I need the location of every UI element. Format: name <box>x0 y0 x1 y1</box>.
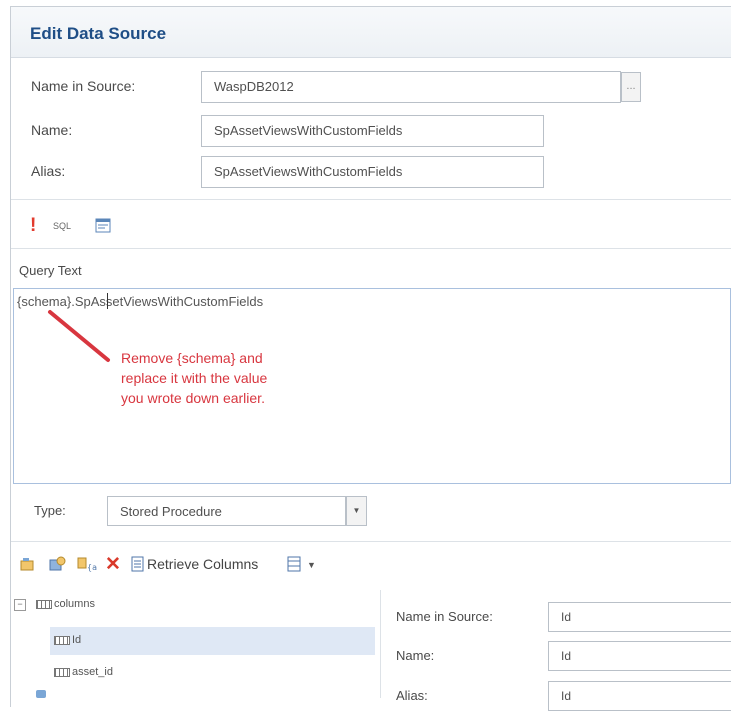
tree-item[interactable]: asset_id <box>54 666 113 678</box>
tree-item-label: Id <box>72 634 82 646</box>
sql-icon[interactable]: SQL <box>53 221 71 231</box>
type-label: Type: <box>34 503 66 518</box>
type-dropdown-button[interactable]: ▼ <box>346 496 367 526</box>
query-text-label: Query Text <box>19 263 82 278</box>
column-icon <box>54 635 70 645</box>
svg-text:{a}: {a} <box>87 563 97 572</box>
tree-root-label: columns <box>54 598 95 610</box>
annotation-line: you wrote down earlier. <box>121 390 265 406</box>
retrieve-columns-button[interactable]: Retrieve Columns <box>147 556 258 572</box>
alias-input[interactable]: SpAssetViewsWithCustomFields <box>201 156 544 188</box>
column-alias-label: Alias: <box>396 688 428 703</box>
tree-selection-highlight <box>50 627 375 655</box>
divider <box>11 199 731 200</box>
annotation-line: Remove {schema} and <box>121 350 263 366</box>
retrieve-columns-icon <box>131 556 145 577</box>
table-icon <box>36 599 52 609</box>
add-parameter-icon[interactable]: {a} <box>77 556 102 577</box>
column-name-in-source-label: Name in Source: <box>396 609 493 624</box>
column-icon <box>54 667 70 677</box>
table-menu-icon[interactable] <box>287 556 303 577</box>
column-alias-input[interactable]: Id <box>548 681 731 711</box>
column-name-in-source-input[interactable]: Id <box>548 602 731 632</box>
tree-node-icon <box>36 690 46 698</box>
collapse-icon[interactable]: − <box>14 599 26 611</box>
add-column-icon[interactable] <box>49 556 67 577</box>
add-table-icon[interactable] <box>20 556 38 577</box>
delete-x-icon[interactable]: ✕ <box>105 553 121 576</box>
tree-item-label: asset_id <box>72 666 113 678</box>
alias-label: Alias: <box>31 163 66 179</box>
name-label: Name: <box>31 122 73 138</box>
splitter[interactable] <box>380 590 381 698</box>
name-in-source-select[interactable]: WaspDB2012 <box>201 71 621 103</box>
annotation-note: Remove {schema} and replace it with the … <box>121 348 267 408</box>
query-text-content: {schema}.SpAssetViewsWithCustomFields <box>17 294 264 309</box>
text-caret <box>107 293 108 309</box>
column-name-input[interactable]: Id <box>548 641 731 671</box>
exclamation-icon[interactable]: ! <box>30 215 36 237</box>
tree-item[interactable]: Id <box>54 634 81 646</box>
column-name-label: Name: <box>396 648 435 663</box>
divider <box>11 541 731 542</box>
tree-root[interactable]: columns <box>36 598 95 610</box>
name-in-source-label: Name in Source: <box>31 78 136 94</box>
annotation-line: replace it with the value <box>121 370 268 386</box>
annotation-arrow-icon <box>48 310 110 362</box>
name-input[interactable]: SpAssetViewsWithCustomFields <box>201 115 544 147</box>
panel-title: Edit Data Source <box>30 24 167 43</box>
chevron-down-icon[interactable]: ▼ <box>307 560 316 570</box>
browse-button[interactable]: ... <box>621 72 641 102</box>
type-select[interactable]: Stored Procedure <box>107 496 346 526</box>
query-builder-icon[interactable] <box>95 218 111 239</box>
divider <box>11 248 731 249</box>
chevron-down-icon: ▼ <box>352 506 361 515</box>
